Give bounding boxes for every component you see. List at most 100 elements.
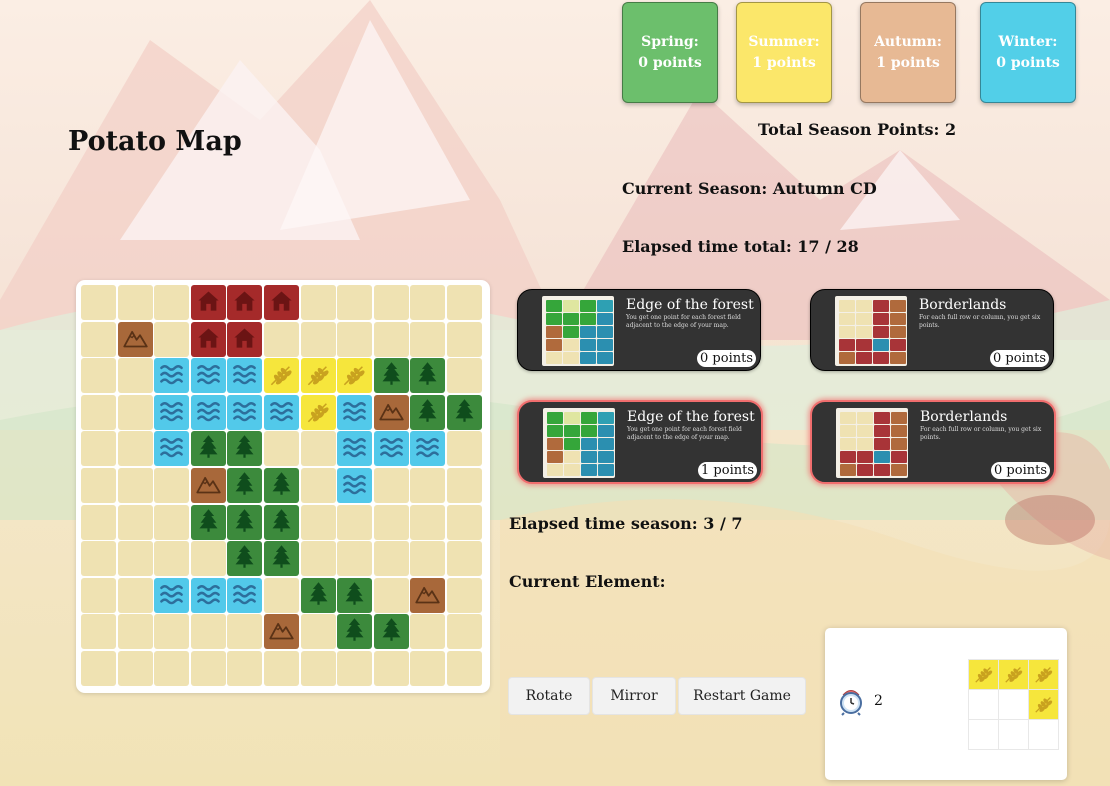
map-cell-empty[interactable] — [337, 650, 373, 686]
map-cell-forest[interactable] — [300, 577, 336, 613]
map-cell-empty[interactable] — [446, 504, 482, 540]
mission-card-points: 0 points — [990, 350, 1049, 367]
map-cell-empty[interactable] — [300, 650, 336, 686]
map-cell-empty[interactable] — [300, 504, 336, 540]
map-cell-forest[interactable] — [227, 504, 263, 540]
map-cell-forest[interactable] — [337, 614, 373, 650]
mountain-icon — [414, 580, 441, 611]
map-cell-empty[interactable] — [446, 541, 482, 577]
map-cell-empty[interactable] — [410, 614, 446, 650]
map-cell-empty[interactable] — [446, 650, 482, 686]
map-cell-forest[interactable] — [337, 577, 373, 613]
map-cell-empty[interactable] — [190, 650, 226, 686]
map-cell-empty[interactable] — [81, 614, 116, 650]
map-cell-water[interactable] — [227, 577, 263, 613]
map-cell-water[interactable] — [154, 577, 190, 613]
map-cell-empty[interactable] — [410, 650, 446, 686]
map-cell-empty[interactable] — [154, 541, 190, 577]
map-cell-empty[interactable] — [190, 541, 226, 577]
water-icon — [158, 580, 185, 611]
map-cell-empty[interactable] — [446, 614, 482, 650]
mirror-button[interactable]: Mirror — [592, 677, 676, 715]
map-cell-empty[interactable] — [263, 650, 299, 686]
map-cell-mountain[interactable] — [263, 614, 299, 650]
alarm-clock-icon — [838, 686, 864, 720]
map-cell-empty[interactable] — [117, 614, 153, 650]
map-cell-empty[interactable] — [117, 541, 153, 577]
mission-card-description: For each full row or column, you get six… — [919, 314, 1041, 329]
map-cell-empty[interactable] — [117, 577, 153, 613]
element-cell-filled — [1029, 660, 1058, 689]
element-cell-empty — [999, 690, 1028, 719]
map-cell-empty[interactable] — [373, 541, 409, 577]
mission-card-points: 0 points — [991, 462, 1050, 479]
map-cell-empty[interactable] — [227, 614, 263, 650]
map-cell-empty[interactable] — [373, 504, 409, 540]
map-cell-empty[interactable] — [154, 614, 190, 650]
element-cell-empty — [969, 720, 998, 749]
forest-icon — [305, 580, 332, 611]
map-cell-forest[interactable] — [190, 504, 226, 540]
mission-card-description: You get one point for each forest field … — [626, 314, 741, 329]
map-cell-forest[interactable] — [263, 504, 299, 540]
map-cell-empty[interactable] — [300, 614, 336, 650]
map-cell-empty[interactable] — [117, 504, 153, 540]
map-cell-empty[interactable] — [81, 577, 116, 613]
map-cell-empty[interactable] — [300, 541, 336, 577]
map-cell-empty[interactable] — [81, 650, 116, 686]
water-icon — [195, 580, 222, 611]
map-cell-mountain[interactable] — [410, 577, 446, 613]
mission-card[interactable]: Edge of the forest You get one point for … — [517, 400, 763, 484]
map-cell-empty[interactable] — [190, 614, 226, 650]
mission-card-title: Edge of the forest — [626, 297, 754, 313]
element-time-cost: 2 — [874, 693, 883, 709]
mission-card-points: 0 points — [697, 350, 756, 367]
mission-card-title: Borderlands — [920, 409, 1008, 425]
element-shape-grid[interactable] — [968, 659, 1059, 750]
restart-game-button[interactable]: Restart Game — [678, 677, 806, 715]
map-cell-forest[interactable] — [373, 614, 409, 650]
map-cell-empty[interactable] — [154, 650, 190, 686]
map-cell-empty[interactable] — [337, 541, 373, 577]
mission-card-title: Borderlands — [919, 297, 1007, 313]
mountain-icon — [268, 616, 295, 647]
mission-card-description: For each full row or column, you get six… — [920, 426, 1042, 441]
map-cell-empty[interactable] — [227, 650, 263, 686]
current-element-panel: 2 — [825, 628, 1067, 780]
water-icon — [231, 580, 258, 611]
map-cell-empty[interactable] — [81, 504, 116, 540]
current-element-label: Current Element: — [509, 572, 666, 591]
mission-card[interactable]: Borderlands For each full row or column, … — [810, 289, 1054, 371]
map-cell-empty[interactable] — [410, 541, 446, 577]
map-cell-forest[interactable] — [227, 541, 263, 577]
map-cell-empty[interactable] — [81, 541, 116, 577]
map-cell-empty[interactable] — [263, 577, 299, 613]
map-cell-empty[interactable] — [410, 504, 446, 540]
mission-cards: Edge of the forest You get one point for … — [0, 0, 1110, 500]
forest-icon — [378, 616, 405, 647]
element-cell-filled — [999, 660, 1028, 689]
mission-card-illustration — [835, 296, 907, 366]
element-cell-empty — [999, 720, 1028, 749]
map-cell-empty[interactable] — [337, 504, 373, 540]
map-cell-water[interactable] — [190, 577, 226, 613]
mission-card[interactable]: Borderlands For each full row or column, … — [810, 400, 1056, 484]
mission-card-illustration — [836, 408, 908, 478]
forest-icon — [231, 507, 258, 538]
forest-icon — [341, 580, 368, 611]
mission-card-illustration — [542, 296, 614, 366]
forest-icon — [195, 507, 222, 538]
field-icon — [1003, 662, 1025, 688]
mission-card[interactable]: Edge of the forest You get one point for … — [517, 289, 761, 371]
field-icon — [973, 662, 995, 688]
rotate-button[interactable]: Rotate — [508, 677, 590, 715]
map-cell-empty[interactable] — [446, 577, 482, 613]
map-cell-empty[interactable] — [373, 577, 409, 613]
map-cell-empty[interactable] — [154, 504, 190, 540]
map-cell-empty[interactable] — [117, 650, 153, 686]
map-cell-forest[interactable] — [263, 541, 299, 577]
map-cell-empty[interactable] — [373, 650, 409, 686]
elapsed-time-season: Elapsed time season: 3 / 7 — [509, 514, 743, 533]
field-icon — [1033, 692, 1055, 718]
field-icon — [1033, 662, 1055, 688]
